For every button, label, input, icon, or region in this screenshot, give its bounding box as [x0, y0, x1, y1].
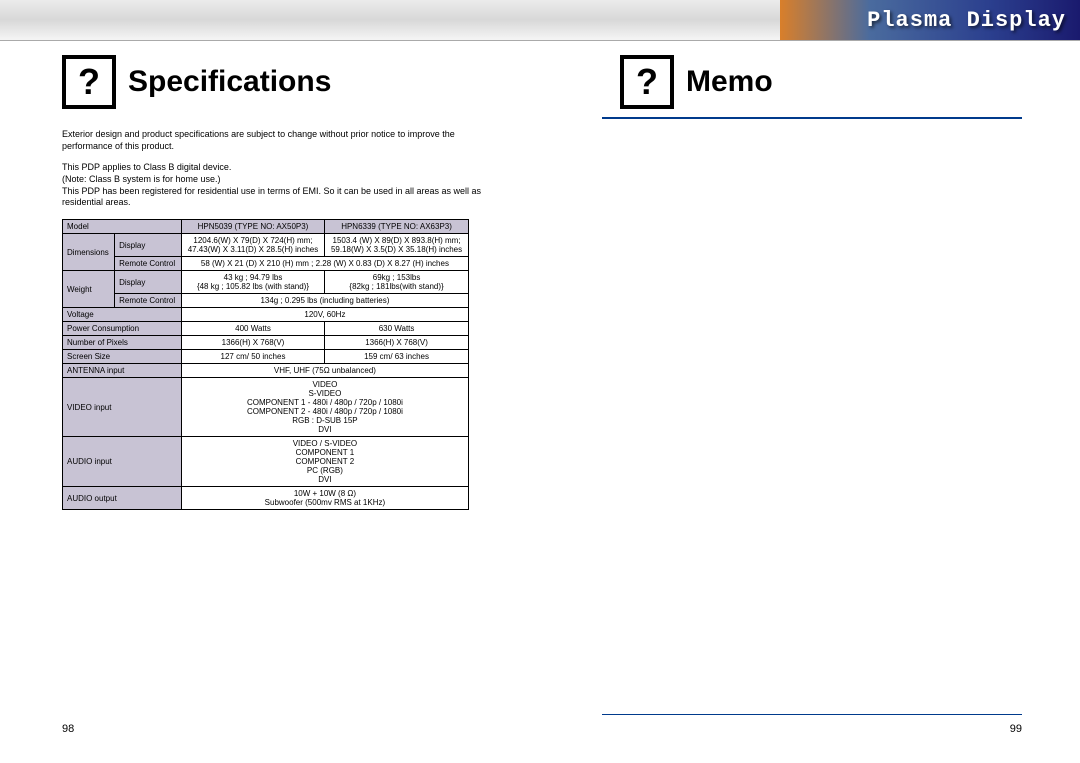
header-model: Model: [63, 220, 182, 234]
cell-merged: VIDEO / S-VIDEO COMPONENT 1 COMPONENT 2 …: [181, 437, 468, 487]
row-group: ANTENNA input: [63, 364, 182, 378]
cell-c1: 1366(H) X 768(V): [181, 336, 324, 350]
page-number-left: 98: [62, 723, 74, 735]
question-icon: ?: [62, 55, 116, 109]
cell-merged: 58 (W) X 21 (D) X 210 (H) mm ; 2.28 (W) …: [181, 257, 468, 271]
row-group: AUDIO input: [63, 437, 182, 487]
row-group: Voltage: [63, 308, 182, 322]
intro-p1: Exterior design and product specificatio…: [62, 129, 482, 152]
row-group: Number of Pixels: [63, 336, 182, 350]
row-group: Power Consumption: [63, 322, 182, 336]
cell-merged: 10W + 10W (8 Ω) Subwoofer (500mv RMS at …: [181, 487, 468, 510]
cell-merged: 120V, 60Hz: [181, 308, 468, 322]
header-bar: [0, 0, 540, 41]
row-sub: Remote Control: [115, 294, 182, 308]
banner-text: Plasma Display: [867, 8, 1066, 33]
row-group: Dimensions: [63, 234, 115, 271]
cell-c2: 1503.4 (W) X 89(D) X 893.8(H) mm; 59.18(…: [325, 234, 469, 257]
intro-p2: This PDP applies to Class B digital devi…: [62, 162, 482, 209]
right-page: Plasma Display ? Memo 99: [540, 0, 1080, 763]
row-sub: Remote Control: [115, 257, 182, 271]
row-group: AUDIO output: [63, 487, 182, 510]
page-number-right: 99: [1010, 723, 1022, 735]
manual-spread: ? Specifications Exterior design and pro…: [0, 0, 1080, 763]
cell-c2: 630 Watts: [325, 322, 469, 336]
cell-c1: 400 Watts: [181, 322, 324, 336]
cell-c1: 1204.6(W) X 79(D) X 724(H) mm; 47.43(W) …: [181, 234, 324, 257]
spec-table: ModelHPN5039 (TYPE NO: AX50P3)HPN6339 (T…: [62, 219, 469, 510]
cell-c1: 43 kg ; 94.79 lbs {48 kg ; 105.82 lbs (w…: [181, 271, 324, 294]
memo-title: Memo: [686, 65, 773, 99]
cell-c2: 69kg ; 153lbs {82kg ; 181lbs(with stand)…: [325, 271, 469, 294]
row-group: Weight: [63, 271, 115, 308]
memo-underline-bottom: [602, 714, 1022, 715]
intro-text: Exterior design and product specificatio…: [62, 129, 482, 209]
header-bar-right: Plasma Display: [540, 0, 1080, 41]
row-group: VIDEO input: [63, 378, 182, 437]
cell-merged: 134g ; 0.295 lbs (including batteries): [181, 294, 468, 308]
cell-c1: 127 cm/ 50 inches: [181, 350, 324, 364]
section-head-specs: ? Specifications: [62, 55, 540, 109]
header-col2: HPN6339 (TYPE NO: AX63P3): [325, 220, 469, 234]
header-col1: HPN5039 (TYPE NO: AX50P3): [181, 220, 324, 234]
cell-merged: VHF, UHF (75Ω unbalanced): [181, 364, 468, 378]
plasma-banner: Plasma Display: [780, 0, 1080, 40]
row-group: Screen Size: [63, 350, 182, 364]
row-sub: Display: [115, 271, 182, 294]
cell-merged: VIDEO S-VIDEO COMPONENT 1 - 480i / 480p …: [181, 378, 468, 437]
left-page: ? Specifications Exterior design and pro…: [0, 0, 540, 763]
memo-underline: [602, 117, 1022, 119]
row-sub: Display: [115, 234, 182, 257]
cell-c2: 1366(H) X 768(V): [325, 336, 469, 350]
section-head-memo: ? Memo: [620, 55, 1080, 109]
cell-c2: 159 cm/ 63 inches: [325, 350, 469, 364]
question-icon: ?: [620, 55, 674, 109]
specs-title: Specifications: [128, 65, 331, 99]
